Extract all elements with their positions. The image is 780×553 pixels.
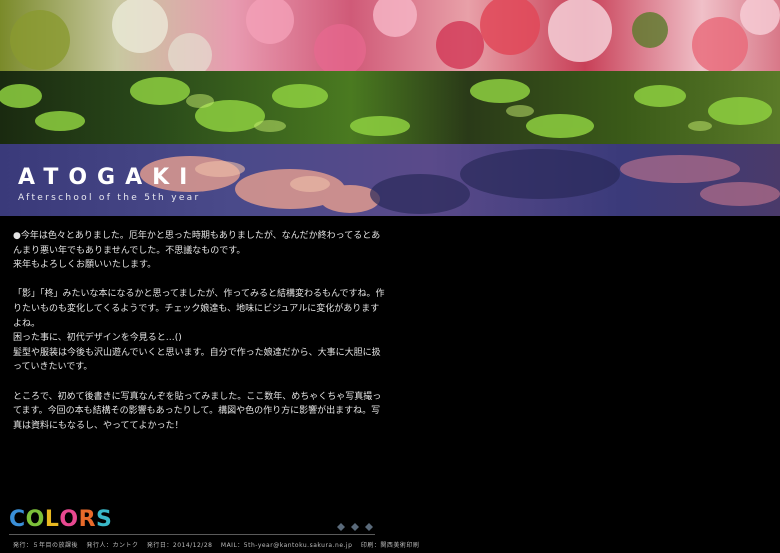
logo-letter-l: L xyxy=(44,507,60,532)
ornament-icon xyxy=(337,523,373,531)
afterword-text: ●今年は色々とありました。厄年かと思った時期もありましたが、なんだか終わってると… xyxy=(13,229,388,448)
colophon-printer: 印刷：関西美術印刷 xyxy=(360,542,420,549)
maple-leaves-photo xyxy=(0,71,780,144)
colors-logo: COLORS xyxy=(9,508,112,532)
paragraph-3: ところで、初めて後書きに写真なんぞを貼ってみました。ここ数年、めちゃくちゃ写真撮… xyxy=(13,391,382,431)
page-title: ATOGAKI xyxy=(18,165,198,190)
footer-divider xyxy=(9,534,375,535)
logo-letter-o1: O xyxy=(25,507,45,532)
title-block: ATOGAKI Afterschool of the 5th year xyxy=(18,165,201,204)
colophon: 発行：５年目の放課後 発行人：カントク 発行日：2014/12/28 MAIL：… xyxy=(13,540,425,549)
logo-letter-o2: O xyxy=(59,507,79,532)
paragraph-1: ●今年は色々とありました。厄年かと思った時期もありましたが、なんだか終わってると… xyxy=(13,231,381,271)
page-subtitle: Afterschool of the 5th year xyxy=(18,193,201,203)
colophon-publisher: 発行：５年目の放課後 xyxy=(13,542,79,549)
logo-letter-c: C xyxy=(9,507,26,532)
roses-photo-band xyxy=(0,0,780,71)
maple-leaves-photo-band xyxy=(0,71,780,144)
colophon-mail: MAIL：5th-year@kantoku.sakura.ne.jp xyxy=(220,542,353,549)
colophon-issuer: 発行人：カントク xyxy=(86,542,139,549)
colophon-date: 発行日：2014/12/28 xyxy=(146,542,213,549)
paragraph-2: 「影」「柊」みたいな本になるかと思ってましたが、作ってみると結構変わるもんですね… xyxy=(13,289,385,373)
logo-letter-s: S xyxy=(96,507,113,532)
roses-photo xyxy=(0,0,780,71)
logo-letter-r: R xyxy=(78,507,97,532)
